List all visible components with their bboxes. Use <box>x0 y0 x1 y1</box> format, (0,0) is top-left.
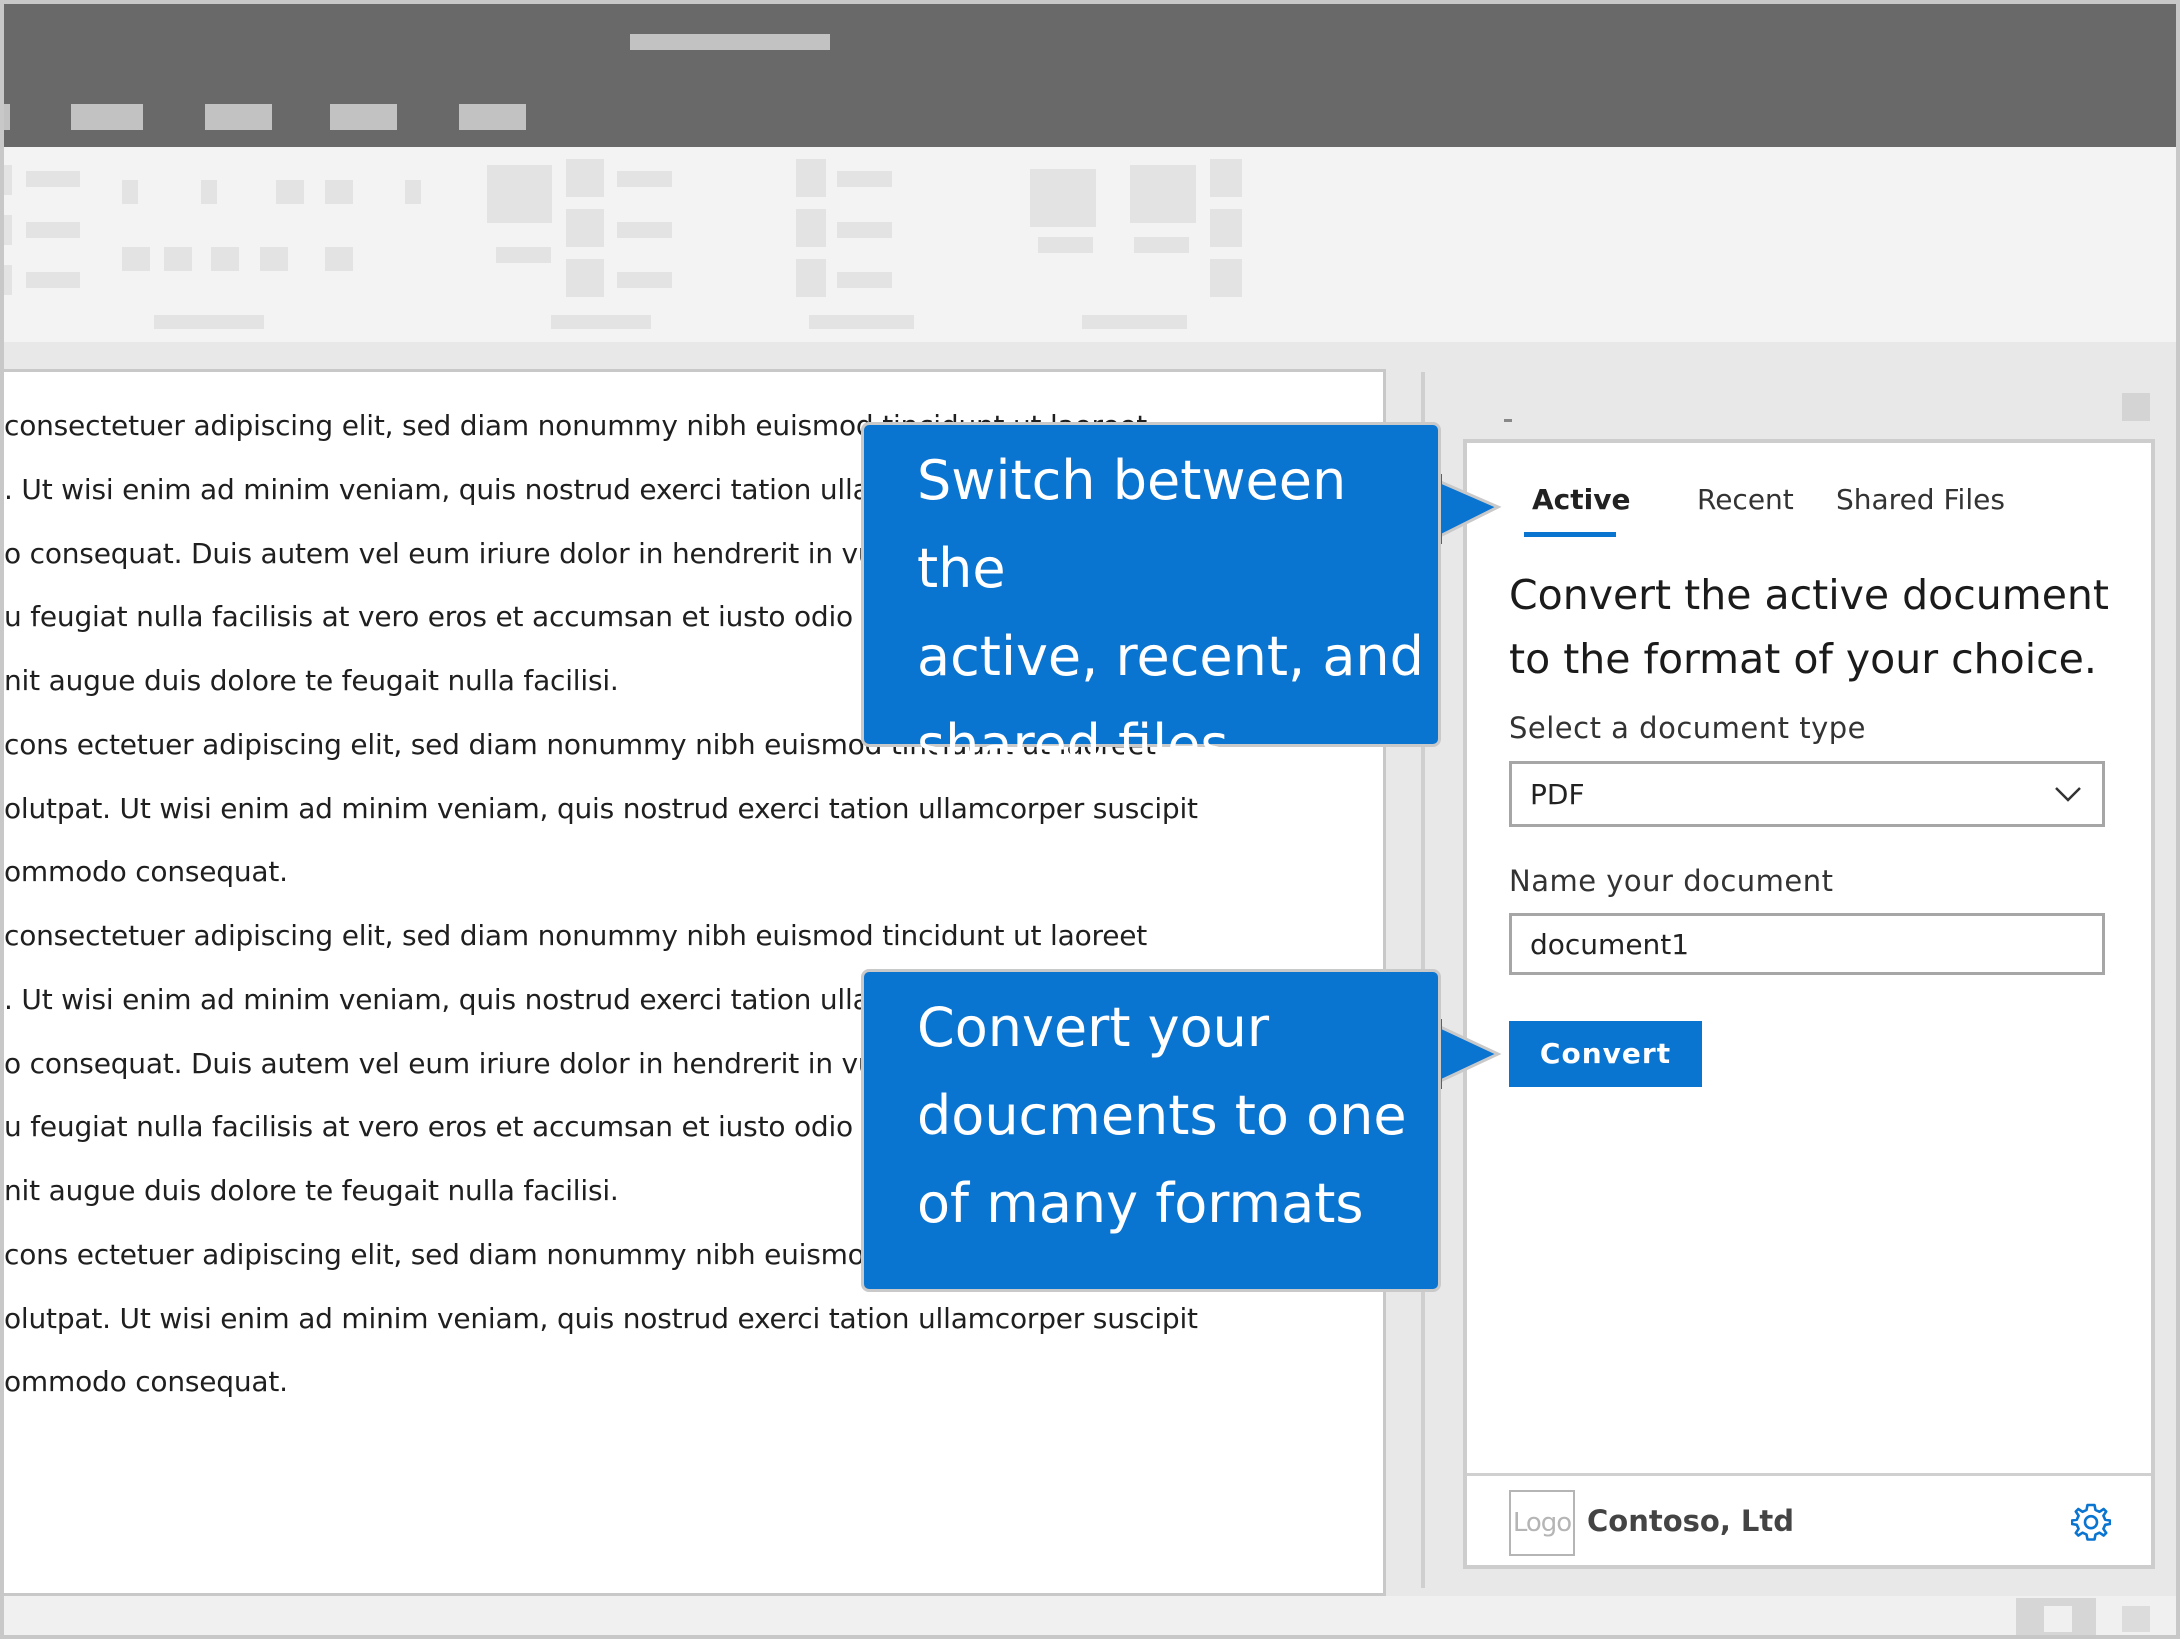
tab-shared-files[interactable]: Shared Files <box>1836 483 2005 516</box>
ribbon-group-label <box>551 315 651 329</box>
ribbon-control[interactable] <box>276 180 304 204</box>
active-tab-indicator <box>1524 532 1616 537</box>
ribbon-control[interactable] <box>164 247 192 271</box>
callout-pointer <box>1436 1019 1502 1089</box>
chevron-down-icon <box>2055 787 2081 802</box>
pane-title-placeholder <box>1504 419 1512 422</box>
company-logo: Logo <box>1509 1490 1575 1556</box>
ribbon-control[interactable] <box>617 272 672 288</box>
doc-type-select[interactable]: PDF <box>1509 761 2105 827</box>
tabs-hint-callout: Switch between the active, recent, and s… <box>861 422 1441 776</box>
tab-active[interactable]: Active <box>1532 483 1631 516</box>
doc-type-value: PDF <box>1530 778 1585 811</box>
zoom-button[interactable] <box>2122 1606 2150 1632</box>
gear-icon[interactable] <box>2071 1502 2111 1542</box>
menu-tab-placeholder[interactable] <box>4 104 10 130</box>
ribbon-control[interactable] <box>1134 237 1189 253</box>
ribbon-control[interactable] <box>796 159 826 197</box>
ribbon-control[interactable] <box>405 180 421 204</box>
ribbon-control[interactable] <box>566 159 604 197</box>
callout-line: Switch between the <box>917 449 1347 600</box>
callout-line: active, recent, and <box>917 625 1424 688</box>
task-pane: Active Recent Shared Files Convert the a… <box>1463 439 2155 1569</box>
ribbon-control[interactable] <box>1130 165 1196 223</box>
ribbon-control[interactable] <box>837 171 892 187</box>
ribbon-group-label <box>154 315 264 329</box>
document-text-line: olutpat. Ut wisi enim ad minim veniam, q… <box>4 792 1198 825</box>
ribbon-control[interactable] <box>1210 159 1242 197</box>
callout-line: shared files. <box>917 713 1246 776</box>
company-name: Contoso, Ltd <box>1587 1504 1795 1538</box>
document-text-line: olutpat. Ut wisi enim ad minim veniam, q… <box>4 1302 1198 1335</box>
menu-tab-placeholder[interactable] <box>330 104 397 130</box>
document-text-line: nit augue duis dolore te feugait nulla f… <box>4 1174 619 1207</box>
ribbon-control[interactable] <box>122 247 150 271</box>
ribbon-control[interactable] <box>566 209 604 247</box>
ribbon-control[interactable] <box>26 171 80 187</box>
view-mode-icon <box>2044 1606 2072 1632</box>
ribbon-control[interactable] <box>496 247 551 263</box>
ribbon-control[interactable] <box>487 165 552 223</box>
pane-close-button[interactable] <box>2122 393 2150 421</box>
convert-button[interactable]: Convert <box>1509 1021 1702 1087</box>
callout-pointer <box>1436 474 1502 544</box>
ribbon-control[interactable] <box>26 272 80 288</box>
ribbon-control[interactable] <box>122 180 138 204</box>
ribbon-control[interactable] <box>796 259 826 297</box>
ribbon-control[interactable] <box>201 180 217 204</box>
ribbon-control[interactable] <box>26 222 80 238</box>
ribbon-control[interactable] <box>211 247 239 271</box>
callout-line: of many formats <box>917 1172 1364 1235</box>
document-text-line: ommodo consequat. <box>4 855 288 888</box>
status-bar <box>4 1596 2176 1635</box>
ribbon-control[interactable] <box>260 247 288 271</box>
menu-tab-placeholder[interactable] <box>459 104 526 130</box>
callout-line: doucments to one <box>917 1084 1407 1147</box>
ribbon-control[interactable] <box>1210 209 1242 247</box>
ribbon-control[interactable] <box>617 222 672 238</box>
ribbon-control[interactable] <box>325 247 353 271</box>
pane-footer: Logo Contoso, Ltd <box>1467 1473 2151 1569</box>
convert-hint-callout: Convert your doucments to one of many fo… <box>861 969 1441 1292</box>
ribbon-control[interactable] <box>4 215 12 245</box>
ribbon-control[interactable] <box>837 222 892 238</box>
ribbon-control[interactable] <box>837 272 892 288</box>
title-bar <box>4 4 2176 147</box>
callout-line: Convert your <box>917 996 1270 1059</box>
app-window: consectetuer adipiscing elit, sed diam n… <box>0 0 2180 1639</box>
ribbon-control[interactable] <box>1038 237 1093 253</box>
ribbon-control[interactable] <box>4 265 12 295</box>
ribbon-control[interactable] <box>566 259 604 297</box>
ribbon-control[interactable] <box>1030 169 1096 227</box>
document-text-line: consectetuer adipiscing elit, sed diam n… <box>4 919 1148 952</box>
ribbon-control[interactable] <box>796 209 826 247</box>
menu-tab-placeholder[interactable] <box>205 104 272 130</box>
window-title-placeholder <box>630 34 830 50</box>
ribbon-control[interactable] <box>617 171 672 187</box>
doc-type-label: Select a document type <box>1509 711 1866 745</box>
ribbon-toolbar <box>4 147 2176 342</box>
menu-tab-placeholder[interactable] <box>71 104 143 130</box>
tab-recent[interactable]: Recent <box>1697 483 1794 516</box>
document-text-line: ommodo consequat. <box>4 1365 288 1398</box>
document-name-field[interactable]: document1 <box>1509 913 2105 975</box>
ribbon-control[interactable] <box>4 165 12 195</box>
ribbon-control[interactable] <box>325 180 353 204</box>
document-text-line: nit augue duis dolore te feugait nulla f… <box>4 664 619 697</box>
ribbon-control[interactable] <box>1210 259 1242 297</box>
pane-heading: Convert the active document to the forma… <box>1509 571 2109 683</box>
name-label: Name your document <box>1509 864 1834 898</box>
ribbon-group-label <box>1082 315 1187 329</box>
ribbon-group-label <box>809 315 914 329</box>
